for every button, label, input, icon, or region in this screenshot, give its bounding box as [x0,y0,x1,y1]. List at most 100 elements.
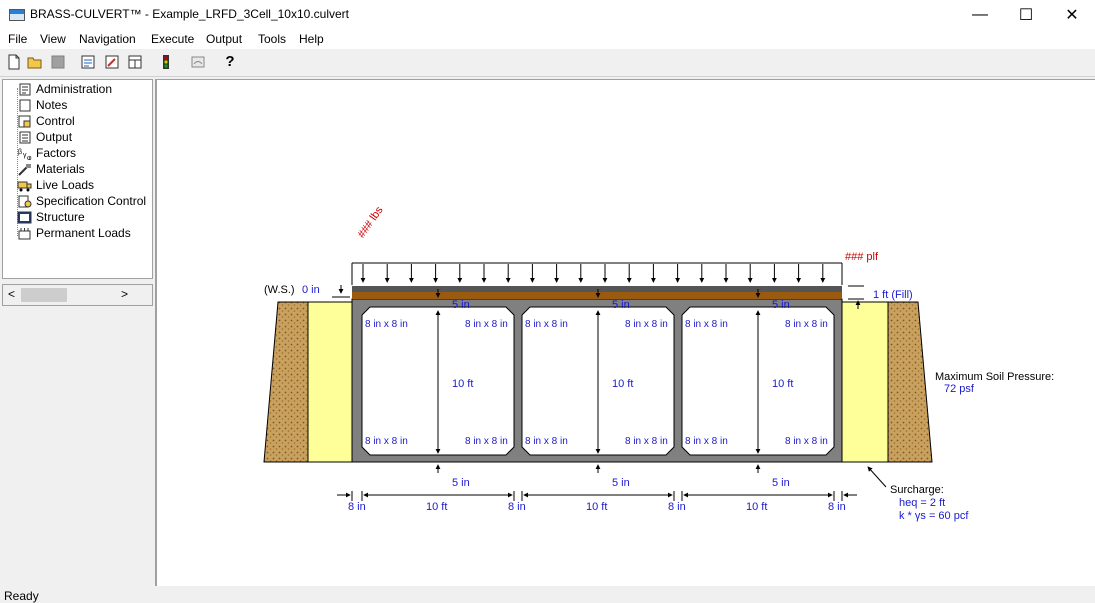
notes-icon [17,99,32,112]
top-slab-label: 5 in [452,299,470,311]
soil-right [887,301,933,463]
soil-pressure-value: 72 psf [944,383,975,395]
tree-label: Structure [36,210,85,224]
menu-output[interactable]: Output [206,32,242,46]
tree-label: Control [36,114,75,128]
soil-pressure-label: Maximum Soil Pressure: [935,371,1054,383]
view-output-icon[interactable] [190,54,206,70]
haunch-label: 8 in x 8 in [465,319,508,330]
tree-label: Notes [36,98,68,112]
haunch-label: 8 in x 8 in [465,436,508,447]
wall-thickness-label: 8 in [828,501,846,513]
menu-help[interactable]: Help [299,32,324,46]
wall-thickness-label: 8 in [668,501,686,513]
scroll-right-arrow-icon[interactable]: > [121,287,128,301]
cell-height-label: 10 ft [612,378,633,390]
control-icon [17,115,32,128]
menu-view[interactable]: View [40,32,66,46]
tree-item-factors[interactable]: βγφ Factors [17,145,76,162]
permanent-loads-icon [17,227,32,240]
tree-item-permanent-loads[interactable]: Permanent Loads [17,225,131,241]
help-icon[interactable]: ? [222,54,238,70]
menu-bar: File View Navigation Execute Output Tool… [0,30,1095,49]
tree-item-notes[interactable]: Notes [17,97,67,113]
open-folder-icon[interactable] [27,54,43,70]
window-title: BRASS-CULVERT™ - Example_LRFD_3Cell_10x1… [30,7,350,21]
scrollbar-thumb[interactable] [21,288,67,302]
soil-left [263,301,309,463]
tree-horizontal-scrollbar[interactable]: < > [2,284,153,306]
haunch-label: 8 in x 8 in [625,319,668,330]
haunch-label: 8 in x 8 in [365,319,408,330]
form-icon[interactable] [80,54,96,70]
tree-item-administration[interactable]: Administration [17,81,112,97]
scroll-left-arrow-icon[interactable]: < [8,287,15,301]
cell-height-label: 10 ft [452,378,473,390]
close-button[interactable]: ✕ [1049,0,1095,30]
fill-left [307,301,353,463]
traffic-light-icon[interactable] [158,54,174,70]
culvert-diagram: ### lbs ### plf (W.S.) 0 in 1 ft (Fill) … [263,204,1054,522]
bottom-dimension-labels: 8 in 8 in 8 in 8 in 10 ft 10 ft 10 ft [348,501,846,513]
wall-thickness-label: 8 in [508,501,526,513]
drawing-canvas: ### lbs ### plf (W.S.) 0 in 1 ft (Fill) … [155,79,1095,586]
fill-right [841,301,889,463]
status-bar: Ready [0,588,1095,603]
menu-file[interactable]: File [8,32,27,46]
ws-value: 0 in [302,284,320,296]
tree-item-specification-control[interactable]: Specification Control [17,193,146,209]
menu-navigation[interactable]: Navigation [79,32,136,46]
haunch-label: 8 in x 8 in [525,436,568,447]
fill-depth-value: 1 ft (Fill) [873,289,913,301]
tree-item-live-loads[interactable]: Live Loads [17,177,94,193]
surcharge-heq: heq = 2 ft [899,497,945,509]
wall-thickness-label: 8 in [348,501,366,513]
point-load-label: ### lbs [355,204,385,240]
haunch-label: 8 in x 8 in [625,436,668,447]
line-load-label: ### plf [845,251,879,263]
cell-height-label: 10 ft [772,378,793,390]
navigation-tree: Administration Notes Control Output βγφ … [2,79,153,279]
menu-tools[interactable]: Tools [258,32,286,46]
haunch-label: 8 in x 8 in [685,436,728,447]
tree-item-materials[interactable]: Materials [17,161,85,177]
cell-width-label: 10 ft [426,501,447,513]
haunch-label: 8 in x 8 in [525,319,568,330]
save-icon[interactable] [50,54,66,70]
surface-layer [352,286,842,292]
status-text: Ready [4,589,39,603]
surcharge-leader [867,466,887,488]
top-slab-label: 5 in [612,299,630,311]
tree-label: Specification Control [36,194,147,208]
edit-form-icon[interactable] [104,54,120,70]
tree-item-control[interactable]: Control [17,113,75,129]
app-icon [9,9,25,21]
minimize-button[interactable]: — [957,0,1003,30]
bottom-slab-label: 5 in [612,477,630,489]
tree-item-output[interactable]: Output [17,129,72,145]
new-file-icon[interactable] [6,54,22,70]
table-icon[interactable] [127,54,143,70]
materials-icon [17,163,32,176]
menu-execute[interactable]: Execute [151,32,194,46]
tree-label: Output [36,130,73,144]
tree-label: Materials [36,162,85,176]
title-bar: BRASS-CULVERT™ - Example_LRFD_3Cell_10x1… [0,0,1095,30]
load-arrows [360,264,826,283]
factors-icon: βγφ [17,147,32,162]
bottom-slab-label: 5 in [452,477,470,489]
cell-width-label: 10 ft [586,501,607,513]
top-slab-label: 5 in [772,299,790,311]
haunch-label: 8 in x 8 in [685,319,728,330]
specification-icon [17,195,32,208]
output-icon [17,131,32,144]
haunch-label: 8 in x 8 in [365,436,408,447]
tree-label: Live Loads [36,178,95,192]
maximize-button[interactable]: ☐ [1003,0,1049,30]
tree-item-structure[interactable]: Structure [17,209,85,225]
surcharge-kys: k * γs = 60 pcf [899,510,969,522]
fill-depth-label: 1 ft (Fill) [873,289,913,301]
structure-icon [17,211,32,224]
distributed-load [351,262,843,285]
cell-width-label: 10 ft [746,501,767,513]
